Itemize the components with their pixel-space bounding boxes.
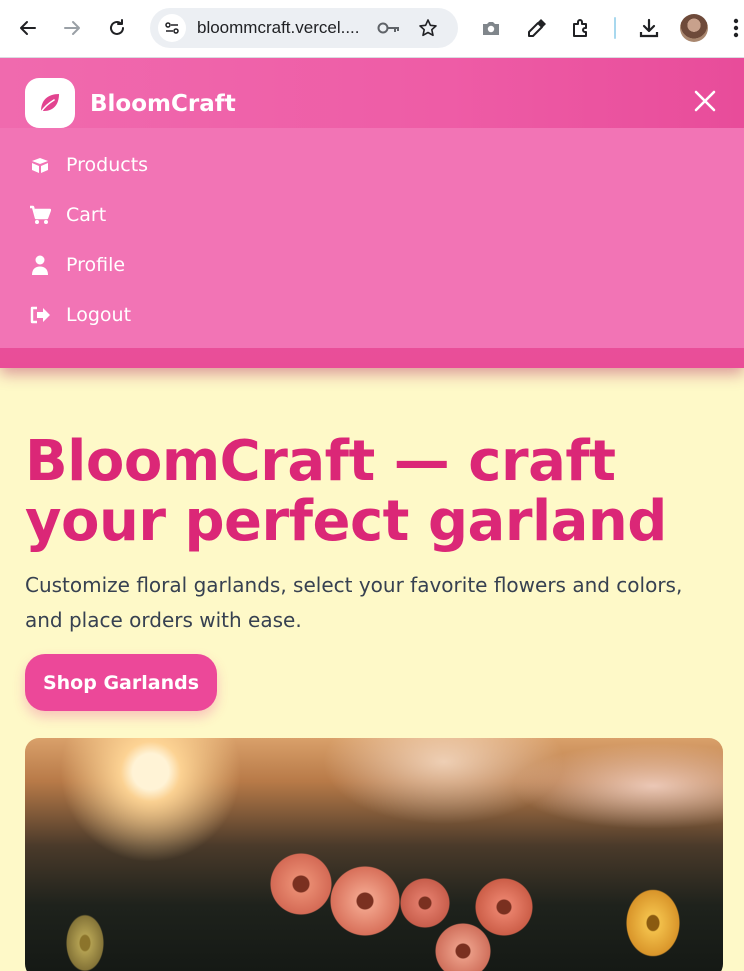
download-icon[interactable] [636,15,662,41]
camera-icon[interactable] [479,16,503,40]
flower-shape [400,878,450,928]
flower-shape [625,888,681,958]
toolbar-divider [614,17,616,39]
flower-shape [65,913,105,971]
shop-garlands-button[interactable]: Shop Garlands [25,654,217,711]
extensions-puzzle-icon[interactable] [568,15,594,41]
site-settings-icon[interactable] [158,14,186,42]
menu-item-label: Cart [66,204,107,226]
address-bar[interactable]: bloommcraft.vercel.... [150,8,458,48]
menu-item-logout[interactable]: Logout [0,290,744,340]
flower-shape [330,866,400,936]
logout-icon [28,303,52,327]
menu-item-label: Logout [66,304,132,326]
mobile-nav-drawer: BloomCraft Products Cart Profile Logout [0,58,744,368]
menu-item-label: Products [66,154,149,176]
menu-item-products[interactable]: Products [0,140,744,190]
box-icon [28,153,52,177]
menu-item-label: Profile [66,254,126,276]
flower-shape [475,878,533,936]
forward-arrow-icon[interactable] [58,14,86,42]
cart-icon [28,203,52,227]
key-icon[interactable] [376,16,402,40]
reload-icon[interactable] [103,14,131,42]
profile-avatar[interactable] [680,14,708,42]
menu-item-profile[interactable]: Profile [0,240,744,290]
back-arrow-icon[interactable] [14,14,42,42]
hero-subtitle: Customize floral garlands, select your f… [25,573,683,632]
eyedropper-icon[interactable] [524,15,550,41]
flower-shape [435,923,491,971]
hero-title: BloomCraft — craft your perfect garland [25,429,667,554]
nav-menu: Products Cart Profile Logout [0,128,744,348]
bookmark-star-icon[interactable] [416,16,440,40]
brand-logo[interactable] [25,78,75,128]
flower-shape [270,853,332,915]
close-icon [694,90,716,112]
more-menu-icon[interactable] [728,16,744,40]
close-menu-button[interactable] [690,86,720,116]
nav-topbar: BloomCraft [0,58,744,128]
brand-name[interactable]: BloomCraft [90,91,236,117]
page-content: BloomCraft Products Cart Profile Logout … [0,58,744,971]
url-text[interactable]: bloommcraft.vercel.... [197,18,360,38]
user-icon [28,253,52,277]
menu-item-cart[interactable]: Cart [0,190,744,240]
leaf-icon [40,94,59,113]
hero-flowers-image [25,738,723,971]
browser-toolbar: bloommcraft.vercel.... [0,0,744,58]
